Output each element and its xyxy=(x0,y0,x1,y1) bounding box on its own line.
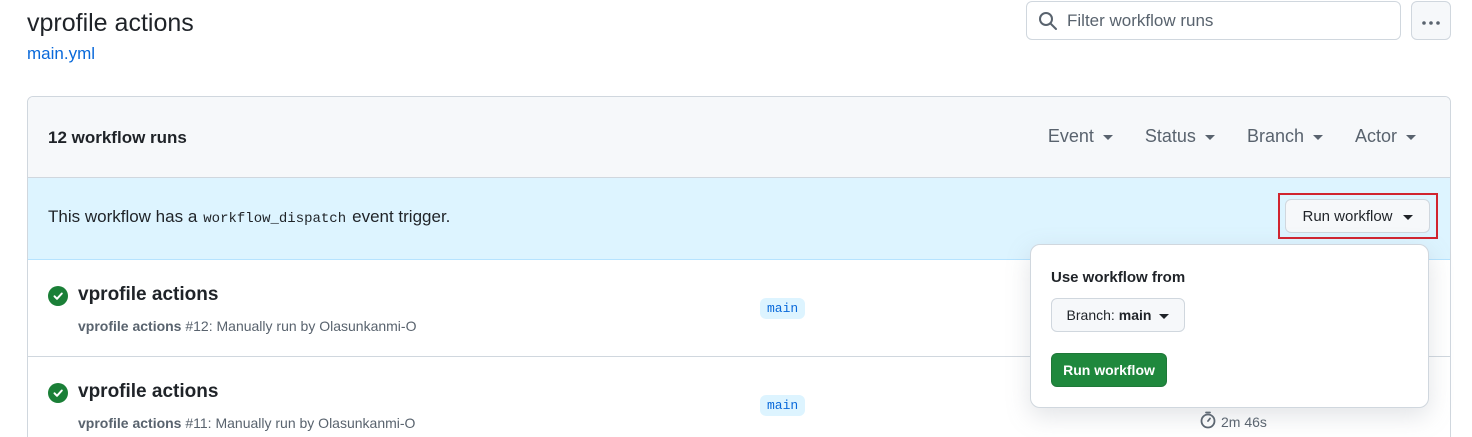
search-input[interactable] xyxy=(1067,10,1387,31)
branch-tag[interactable]: main xyxy=(760,298,806,319)
branch-select-button[interactable]: Branch: main xyxy=(1051,298,1185,332)
run-duration: 2m 46s xyxy=(1199,411,1267,432)
run-workflow-name: vprofile actions xyxy=(78,318,182,334)
kebab-horizontal-icon xyxy=(1422,12,1440,30)
banner-text-after: event trigger. xyxy=(352,207,451,226)
search-icon xyxy=(1037,10,1059,32)
run-workflow-submit-button[interactable]: Run workflow xyxy=(1051,353,1167,387)
run-detail: #11: Manually run by Olasunkanmi-O xyxy=(185,415,416,431)
runs-header: 12 workflow runs Event Status Branch Act… xyxy=(28,97,1450,178)
filter-branch[interactable]: Branch xyxy=(1247,126,1323,147)
caret-down-icon xyxy=(1312,135,1323,140)
stopwatch-icon xyxy=(1199,411,1221,432)
run-detail: #12: Manually run by Olasunkanmi-O xyxy=(185,318,417,334)
more-options-button[interactable] xyxy=(1411,1,1451,40)
runs-count: 12 workflow runs xyxy=(48,128,187,147)
duration-text: 2m 46s xyxy=(1221,413,1267,430)
filter-label: Branch xyxy=(1246,126,1304,146)
workflow-file-link[interactable]: main.yml xyxy=(27,44,95,64)
filter-label: Actor xyxy=(1354,126,1397,146)
branch-label: Branch: xyxy=(1066,307,1115,323)
filter-event[interactable]: Event xyxy=(1048,126,1113,147)
banner-text-before: This workflow has a xyxy=(48,207,198,226)
banner-code: workflow_dispatch xyxy=(203,211,347,227)
run-workflow-dropdown-button[interactable]: Run workflow xyxy=(1285,199,1430,233)
run-meta: vprofile actions #12: Manually run by Ol… xyxy=(78,318,416,334)
caret-down-icon xyxy=(1204,135,1215,140)
run-workflow-name: vprofile actions xyxy=(78,415,182,431)
run-title-link[interactable]: vprofile actions xyxy=(78,284,218,306)
dropdown-title: Use workflow from xyxy=(1051,269,1186,286)
filters-bar: Event Status Branch Actor xyxy=(1048,126,1416,147)
banner-message: This workflow has a workflow_dispatch even… xyxy=(48,207,450,227)
run-workflow-label: Run workflow xyxy=(1302,207,1393,225)
branch-value: main xyxy=(1118,307,1152,323)
filter-runs-search[interactable] xyxy=(1026,1,1401,40)
check-circle-icon xyxy=(48,286,68,306)
caret-down-icon xyxy=(1402,214,1413,220)
run-title-link[interactable]: vprofile actions xyxy=(78,381,218,403)
run-workflow-dropdown: Use workflow from Branch: main Run workfl… xyxy=(1030,244,1429,408)
caret-down-icon xyxy=(1102,135,1113,140)
filter-label: Event xyxy=(1047,126,1094,146)
caret-down-icon xyxy=(1159,313,1170,319)
filter-label: Status xyxy=(1144,126,1196,146)
branch-tag[interactable]: main xyxy=(760,395,806,416)
filter-actor[interactable]: Actor xyxy=(1355,126,1416,147)
filter-status[interactable]: Status xyxy=(1145,126,1215,147)
check-circle-icon xyxy=(48,383,68,403)
page-title: vprofile actions xyxy=(27,9,194,37)
caret-down-icon xyxy=(1406,135,1416,140)
run-meta: vprofile actions #11: Manually run by Ol… xyxy=(78,415,415,431)
